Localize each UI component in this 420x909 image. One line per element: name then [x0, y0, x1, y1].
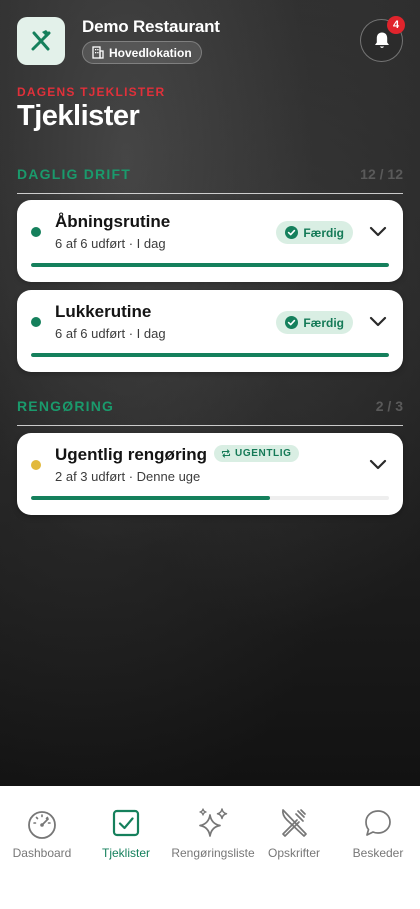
page-title: Tjeklister: [17, 100, 140, 132]
status-label: Færdig: [303, 225, 344, 240]
fork-knife-icon: [31, 30, 51, 51]
tab-checklists[interactable]: Tjeklister: [84, 806, 168, 860]
fork-knife-icon: [281, 809, 307, 837]
tab-cleaning-list[interactable]: Rengøringsliste: [171, 806, 255, 860]
progress-bar: [31, 263, 389, 267]
tab-label: Rengøringsliste: [171, 846, 255, 860]
progress-fill: [31, 263, 389, 267]
section-header-daily: DAGLIG DRIFT 12 / 12: [17, 166, 403, 194]
status-badge: Færdig: [276, 221, 353, 244]
tab-label: Tjeklister: [101, 846, 150, 860]
tab-label: Beskeder: [352, 846, 404, 860]
check-circle-icon: [285, 316, 299, 329]
building-icon: [92, 46, 104, 59]
section-title: RENGØRING: [17, 398, 115, 414]
checklist-subtitle: 6 af 6 udført · I dag: [55, 236, 166, 251]
progress-fill: [31, 496, 270, 500]
chat-bubble-icon: [365, 810, 391, 836]
checklist-card-opening[interactable]: Åbningsrutine 6 af 6 udført · I dag Færd…: [17, 200, 403, 282]
section-count: 2 / 3: [375, 398, 403, 414]
progress-fill: [31, 353, 389, 357]
tab-label: Opskrifter: [267, 846, 320, 860]
progress-bar: [31, 496, 389, 500]
frequency-badge: UGENTLIG: [214, 445, 299, 462]
checklist-title-row: Ugentlig rengøring UGENTLIG: [55, 445, 299, 465]
checklist-subtitle: 6 af 6 udført · I dag: [55, 326, 166, 341]
status-label: Færdig: [303, 315, 344, 330]
progress-bar: [31, 353, 389, 357]
status-badge: Færdig: [276, 311, 353, 334]
checklist-title: Lukkerutine: [55, 302, 152, 321]
restaurant-logo[interactable]: [17, 17, 65, 65]
tab-dashboard[interactable]: Dashboard: [0, 806, 84, 860]
status-dot: [31, 460, 41, 470]
page-eyebrow: DAGENS TJEKLISTER: [17, 85, 166, 99]
checklist-card-closing[interactable]: Lukkerutine 6 af 6 udført · I dag Færdig: [17, 290, 403, 372]
location-label: Hovedlokation: [109, 45, 192, 60]
sparkles-icon: [199, 808, 228, 837]
section-count: 12 / 12: [360, 166, 403, 182]
section-header-cleaning: RENGØRING 2 / 3: [17, 398, 403, 426]
restaurant-name: Demo Restaurant: [82, 17, 220, 36]
checklist-card-weekly-cleaning[interactable]: Ugentlig rengøring UGENTLIG 2 af 3 udfør…: [17, 433, 403, 515]
app-header: Demo Restaurant Hovedlokation 4: [17, 16, 405, 65]
bottom-tab-bar: Dashboard Tjeklister Rengøringsliste Ops…: [0, 786, 420, 909]
tab-recipes[interactable]: Opskrifter: [252, 806, 336, 860]
section-title: DAGLIG DRIFT: [17, 166, 131, 182]
checkbox-icon: [112, 809, 140, 837]
tab-label: Dashboard: [12, 846, 72, 860]
chevron-down-icon[interactable]: [369, 224, 387, 238]
frequency-label: UGENTLIG: [235, 448, 292, 459]
status-dot: [31, 227, 41, 237]
checklist-title: Ugentlig rengøring: [55, 445, 208, 464]
tab-messages[interactable]: Beskeder: [336, 806, 420, 860]
notification-badge: 4: [387, 16, 405, 34]
chevron-down-icon[interactable]: [369, 457, 387, 471]
chevron-down-icon[interactable]: [369, 314, 387, 328]
checklist-title: Åbningsrutine: [55, 212, 171, 231]
location-selector[interactable]: Hovedlokation: [82, 41, 202, 64]
check-circle-icon: [285, 226, 299, 239]
gauge-icon: [28, 811, 56, 839]
bell-icon: [374, 32, 389, 48]
status-dot: [31, 317, 41, 327]
checklist-subtitle: 2 af 3 udført · Denne uge: [55, 469, 201, 484]
notifications-button[interactable]: 4: [360, 16, 405, 62]
repeat-icon: [221, 449, 231, 458]
